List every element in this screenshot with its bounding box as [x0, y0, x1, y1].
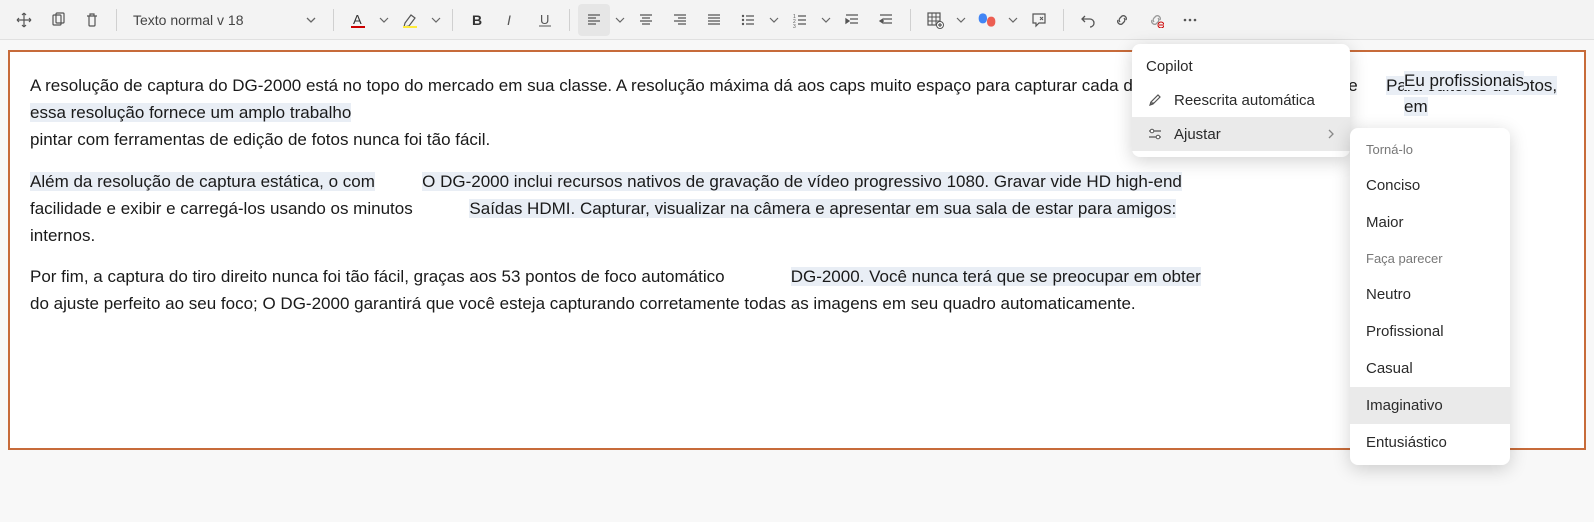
- chevron-down-icon[interactable]: [376, 15, 392, 25]
- sliders-icon: [1146, 125, 1164, 143]
- numbered-list-icon[interactable]: 123: [784, 4, 816, 36]
- link-icon[interactable]: [1106, 4, 1138, 36]
- copilot-menu-adjust[interactable]: Ajustar: [1132, 117, 1350, 151]
- toolbar: Texto normal v 18 A B I U 123: [0, 0, 1594, 40]
- separator: [910, 9, 911, 31]
- comment-icon[interactable]: [1023, 4, 1055, 36]
- submenu-imaginative[interactable]: Imaginativo: [1350, 387, 1510, 424]
- copilot-menu-title[interactable]: Copilot: [1132, 50, 1350, 83]
- more-icon[interactable]: [1174, 4, 1206, 36]
- bold-button[interactable]: B: [461, 4, 493, 36]
- submenu-neutral[interactable]: Neutro: [1350, 276, 1510, 313]
- font-color-icon[interactable]: A: [342, 4, 374, 36]
- submenu-heading-sound-like: Faça parecer: [1350, 241, 1510, 276]
- copy-icon[interactable]: [42, 4, 74, 36]
- pen-icon: [1146, 91, 1164, 109]
- chevron-down-icon[interactable]: [953, 15, 969, 25]
- separator: [1063, 9, 1064, 31]
- svg-text:U: U: [540, 12, 549, 27]
- svg-text:B: B: [472, 12, 482, 28]
- svg-text:3: 3: [793, 24, 796, 28]
- align-left-icon[interactable]: [578, 4, 610, 36]
- underline-button[interactable]: U: [529, 4, 561, 36]
- copilot-menu-rewrite[interactable]: Reescrita automática: [1132, 83, 1350, 117]
- separator: [569, 9, 570, 31]
- bullet-list-icon[interactable]: [732, 4, 764, 36]
- separator: [333, 9, 334, 31]
- chevron-right-icon: [1326, 129, 1336, 139]
- delete-icon[interactable]: [76, 4, 108, 36]
- submenu-longer[interactable]: Maior: [1350, 204, 1510, 241]
- highlight-icon[interactable]: [394, 4, 426, 36]
- chevron-down-icon[interactable]: [612, 15, 628, 25]
- paragraph-style-select[interactable]: Texto normal v 18: [125, 4, 325, 36]
- table-insert-icon[interactable]: [919, 4, 951, 36]
- chevron-down-icon[interactable]: [428, 15, 444, 25]
- copilot-menu: Copilot Reescrita automática Ajustar: [1132, 44, 1350, 157]
- unlink-icon[interactable]: [1140, 4, 1172, 36]
- chevron-down-icon[interactable]: [1005, 15, 1021, 25]
- separator: [116, 9, 117, 31]
- adjust-submenu: Torná-lo Conciso Maior Faça parecer Neut…: [1350, 128, 1510, 465]
- submenu-concise[interactable]: Conciso: [1350, 167, 1510, 204]
- paragraph-2: Além da resolução de captura estática, o…: [30, 168, 1564, 250]
- floating-text: Eu profissionais em: [1404, 68, 1524, 119]
- svg-text:I: I: [507, 12, 511, 28]
- chevron-down-icon[interactable]: [818, 15, 834, 25]
- chevron-down-icon: [305, 14, 317, 26]
- svg-text:A: A: [353, 12, 362, 27]
- align-center-icon[interactable]: [630, 4, 662, 36]
- indent-increase-icon[interactable]: [870, 4, 902, 36]
- move-icon[interactable]: [8, 4, 40, 36]
- align-justify-icon[interactable]: [698, 4, 730, 36]
- indent-decrease-icon[interactable]: [836, 4, 868, 36]
- paragraph-3: Por fim, a captura do tiro direito nunca…: [30, 263, 1564, 317]
- align-right-icon[interactable]: [664, 4, 696, 36]
- submenu-professional[interactable]: Profissional: [1350, 313, 1510, 350]
- submenu-enthusiastic[interactable]: Entusiástico: [1350, 424, 1510, 461]
- submenu-casual[interactable]: Casual: [1350, 350, 1510, 387]
- undo-icon[interactable]: [1072, 4, 1104, 36]
- submenu-heading-make-it: Torná-lo: [1350, 132, 1510, 167]
- paragraph-style-label: Texto normal v 18: [133, 12, 244, 28]
- separator: [452, 9, 453, 31]
- italic-button[interactable]: I: [495, 4, 527, 36]
- copilot-icon[interactable]: [971, 4, 1003, 36]
- chevron-down-icon[interactable]: [766, 15, 782, 25]
